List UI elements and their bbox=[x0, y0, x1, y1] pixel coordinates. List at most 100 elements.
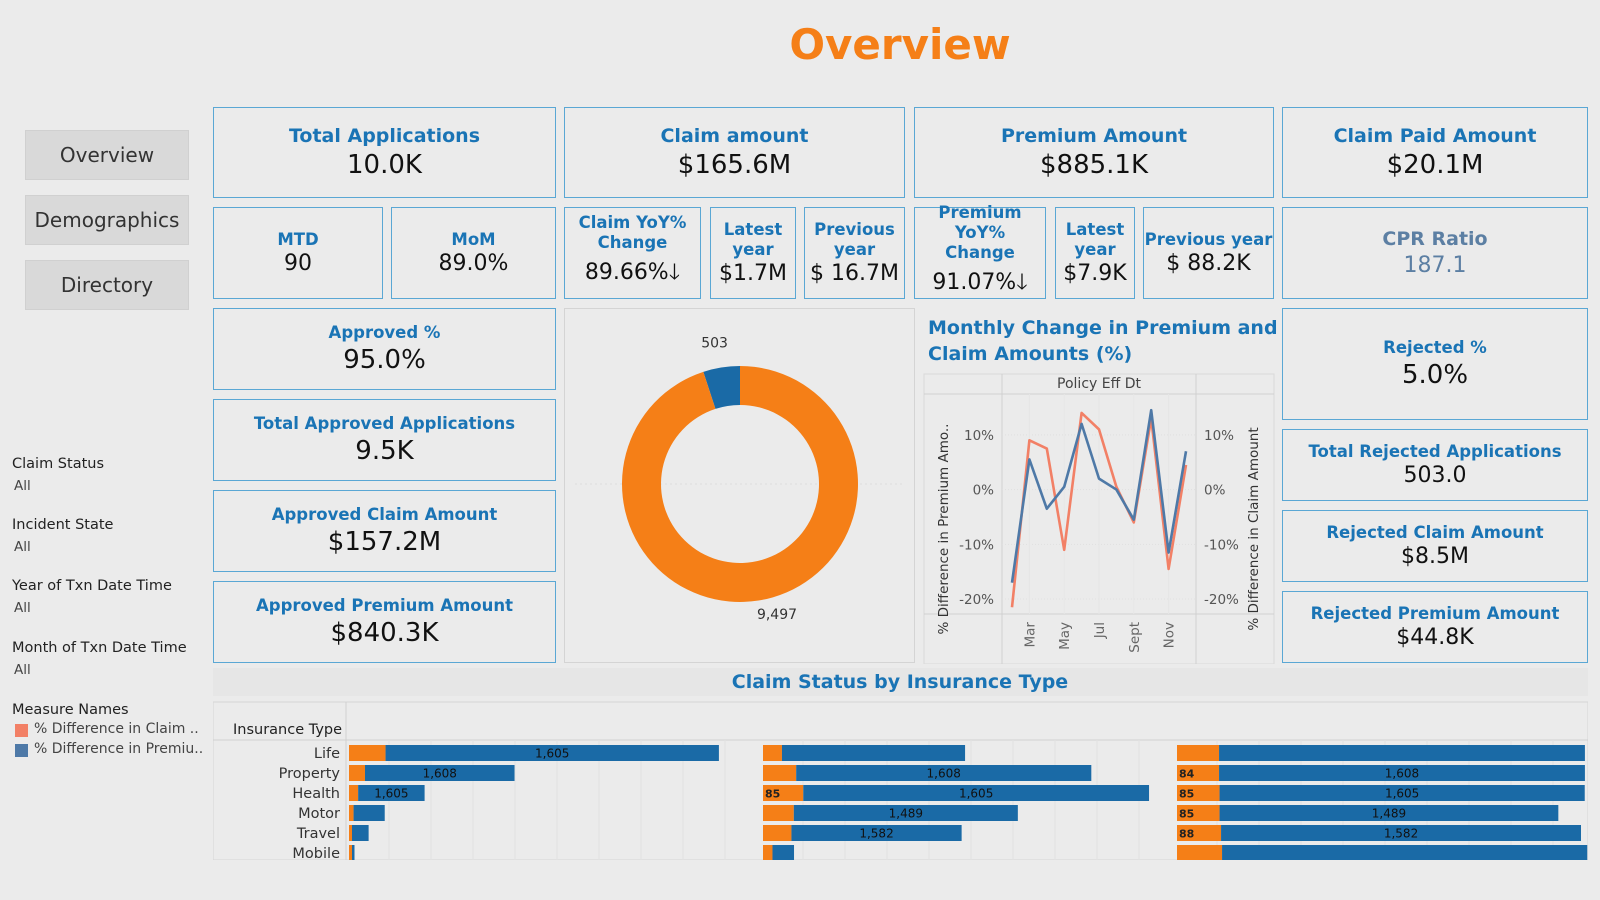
kpi-label: Previous bbox=[814, 219, 895, 239]
kpi-total-approved-applications: Total Approved Applications 9.5K bbox=[213, 399, 556, 481]
bar-blue[interactable] bbox=[781, 745, 966, 761]
kpi-value: $157.2M bbox=[327, 526, 442, 557]
kpi-label: Premium YoY% bbox=[938, 203, 1022, 243]
bar-label-blue: 1,608 bbox=[1385, 767, 1419, 781]
bar-label-blue: 1,582 bbox=[859, 827, 893, 841]
legend-item-premium[interactable]: % Difference in Premiu.. bbox=[34, 741, 203, 757]
kpi-claim-latest-year: Latest year $1.7M bbox=[710, 207, 796, 299]
y-axis-label-right: % Difference in Claim Amount bbox=[1246, 427, 1262, 630]
kpi-label: year bbox=[833, 239, 876, 259]
line-chart-title-2: Claim Amounts (%) bbox=[928, 343, 1132, 365]
bar-orange[interactable] bbox=[763, 765, 797, 781]
x-tick-3: Sept bbox=[1127, 622, 1143, 653]
kpi-value: $20.1M bbox=[1386, 149, 1484, 180]
y-tick-right-2: -10% bbox=[1204, 537, 1239, 553]
kpi-approved-premium-amount: Approved Premium Amount $840.3K bbox=[213, 581, 556, 663]
line-chart-title-1: Monthly Change in Premium and bbox=[928, 317, 1277, 339]
nav-directory-button[interactable]: Directory bbox=[25, 260, 189, 310]
bar-label-blue: 1,605 bbox=[374, 787, 408, 801]
kpi-value: 9.5K bbox=[355, 435, 414, 466]
bar-orange[interactable] bbox=[763, 805, 794, 821]
y-tick-left-1: 0% bbox=[973, 483, 995, 499]
donut-chart: 503 9,497 bbox=[575, 336, 905, 623]
kpi-label: Premium Amount bbox=[1000, 125, 1188, 148]
bar-blue[interactable] bbox=[1222, 845, 1588, 861]
filter-incident-state-value[interactable]: All bbox=[14, 539, 31, 555]
bar-blue[interactable] bbox=[352, 825, 369, 841]
kpi-cpr-ratio: CPR Ratio 187.1 bbox=[1282, 207, 1588, 299]
y-tick-left-3: -20% bbox=[959, 592, 994, 608]
kpi-label: Approved Premium Amount bbox=[256, 596, 513, 616]
kpi-value: $840.3K bbox=[330, 617, 439, 648]
x-tick-1: May bbox=[1057, 622, 1073, 650]
kpi-value: 90 bbox=[284, 251, 312, 277]
bar-blue[interactable] bbox=[1219, 745, 1585, 761]
kpi-label: Claim YoY% bbox=[578, 213, 687, 233]
kpi-claim-yoy-change: Claim YoY% Change 89.66%🡓 bbox=[564, 207, 701, 299]
kpi-label: Rejected Claim Amount bbox=[1326, 522, 1544, 542]
kpi-label: Rejected % bbox=[1383, 338, 1487, 358]
bar-orange[interactable] bbox=[1177, 745, 1220, 761]
bar-orange[interactable] bbox=[1177, 845, 1223, 861]
y-axis-label-left: % Difference in Premium Amo.. bbox=[936, 424, 952, 635]
legend-title: Measure Names bbox=[12, 702, 129, 718]
kpi-value: 187.1 bbox=[1403, 252, 1467, 278]
kpi-value: $ 16.7M bbox=[810, 261, 899, 287]
kpi-label: Latest bbox=[1065, 219, 1125, 239]
bar-orange[interactable] bbox=[763, 745, 782, 761]
donut-label-1: 9,497 bbox=[757, 607, 797, 623]
kpi-label: MoM bbox=[451, 229, 496, 249]
kpi-label: Approved % bbox=[328, 323, 441, 343]
filter-claim-status-value[interactable]: All bbox=[14, 478, 31, 494]
line-chart-panel: Monthly Change in Premium and Claim Amoun… bbox=[922, 312, 1278, 665]
nav-overview-button[interactable]: Overview bbox=[25, 130, 189, 180]
kpi-value: 91.07%🡓 bbox=[932, 269, 1028, 295]
bar-blue[interactable] bbox=[352, 845, 355, 861]
bar-orange[interactable] bbox=[349, 805, 354, 821]
bar-chart-title: Claim Status by Insurance Type bbox=[732, 671, 1068, 693]
kpi-total-applications: Total Applications 10.0K bbox=[213, 107, 556, 198]
x-tick-2: Jul bbox=[1092, 622, 1108, 639]
donut-label-0: 503 bbox=[701, 336, 728, 352]
kpi-label: MTD bbox=[277, 229, 319, 249]
bar-label-orange: 85 bbox=[765, 788, 780, 801]
nav-demographics-button[interactable]: Demographics bbox=[25, 195, 189, 245]
bar-blue[interactable] bbox=[772, 845, 795, 861]
kpi-value: 503.0 bbox=[1403, 463, 1467, 489]
bar-blue[interactable] bbox=[353, 805, 385, 821]
y-tick-left-2: -10% bbox=[959, 537, 994, 553]
bar-orange[interactable] bbox=[763, 825, 792, 841]
bar-orange[interactable] bbox=[349, 825, 352, 841]
kpi-approved-pct: Approved % 95.0% bbox=[213, 308, 556, 390]
bar-orange[interactable] bbox=[763, 845, 773, 861]
bar-row-header: Insurance Type bbox=[233, 722, 342, 738]
bar-label-blue: 1,582 bbox=[1384, 827, 1418, 841]
kpi-value: $ 88.2K bbox=[1166, 251, 1251, 277]
y-tick-right-0: 10% bbox=[1204, 428, 1234, 444]
kpi-value: 89.66%🡓 bbox=[584, 259, 681, 285]
kpi-value: $7.9K bbox=[1063, 261, 1127, 287]
kpi-value: $885.1K bbox=[1039, 149, 1149, 180]
bar-orange[interactable] bbox=[349, 745, 386, 761]
bar-category-1: Property bbox=[279, 766, 341, 782]
x-tick-0: Mar bbox=[1022, 622, 1038, 648]
bar-orange[interactable] bbox=[349, 785, 359, 801]
kpi-rejected-claim-amount: Rejected Claim Amount $8.5M bbox=[1282, 510, 1588, 582]
filter-month-value[interactable]: All bbox=[14, 662, 31, 678]
filter-incident-state-label: Incident State bbox=[12, 517, 114, 533]
kpi-label: Rejected Premium Amount bbox=[1310, 603, 1560, 623]
kpi-label: Latest bbox=[723, 219, 783, 239]
bar-label-blue: 1,605 bbox=[1385, 787, 1419, 801]
bar-orange[interactable] bbox=[349, 845, 352, 861]
kpi-label: Previous year bbox=[1144, 229, 1273, 249]
kpi-value: $8.5M bbox=[1401, 544, 1469, 570]
legend-item-claim[interactable]: % Difference in Claim .. bbox=[34, 721, 199, 737]
kpi-label: CPR Ratio bbox=[1382, 228, 1488, 251]
kpi-value: $1.7M bbox=[719, 261, 787, 287]
kpi-premium-previous-year: Previous year $ 88.2K bbox=[1143, 207, 1274, 299]
filter-year-value[interactable]: All bbox=[14, 600, 31, 616]
kpi-rejected-pct: Rejected % 5.0% bbox=[1282, 308, 1588, 420]
y-tick-right-1: 0% bbox=[1204, 483, 1226, 499]
bar-orange[interactable] bbox=[349, 765, 365, 781]
filter-year-label: Year of Txn Date Time bbox=[12, 578, 172, 594]
